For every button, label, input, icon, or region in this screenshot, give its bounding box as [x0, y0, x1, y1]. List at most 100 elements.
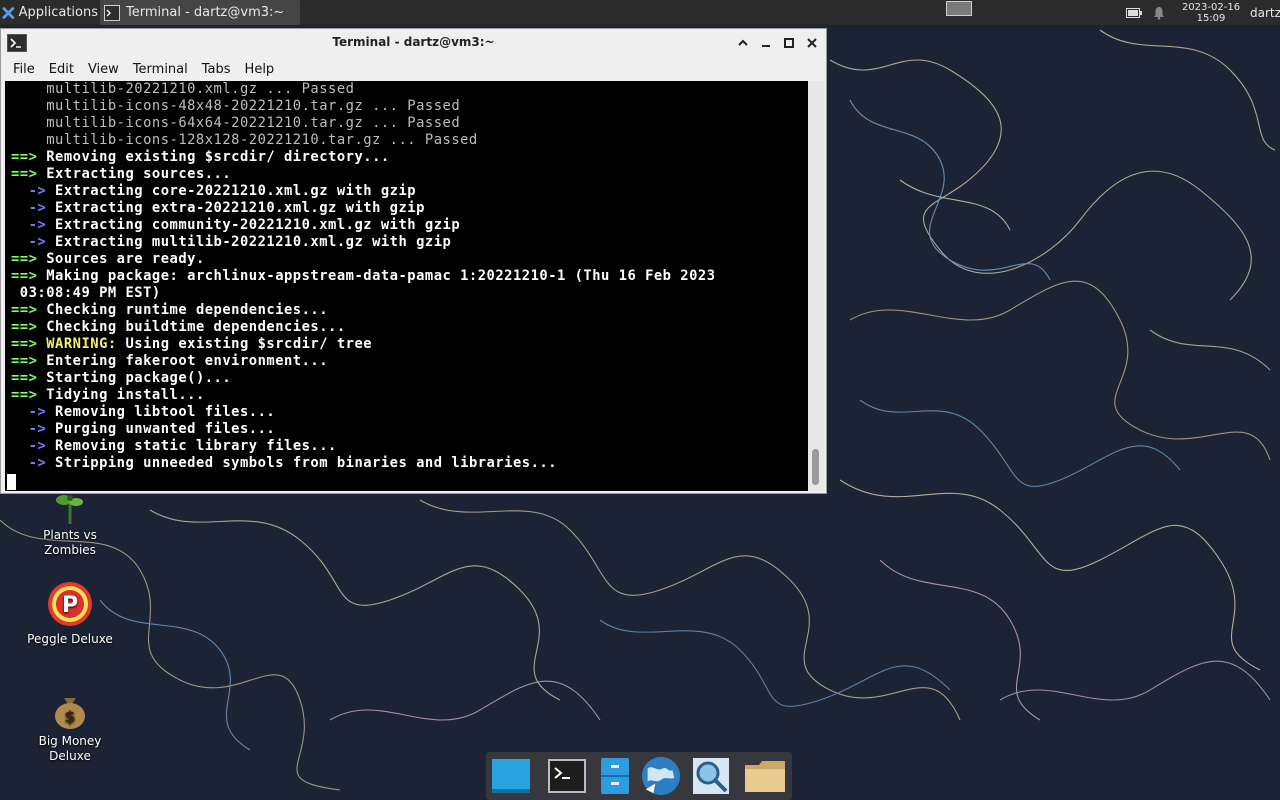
plants-vs-zombies-icon	[56, 495, 83, 524]
terminal-line: ==> Entering fakeroot environment...	[11, 353, 716, 370]
taskbar-terminal-button[interactable]: Terminal - dartz@vm3:~	[100, 0, 300, 25]
terminal-line-prefix: ==>	[11, 149, 38, 165]
dock-app-finder[interactable]	[690, 756, 732, 796]
terminal-line-prefix: ->	[11, 421, 47, 437]
terminal-line: ==> Checking buildtime dependencies...	[11, 319, 716, 336]
terminal-line-text: 03:08:49 PM EST)	[11, 285, 161, 301]
terminal-line-text: Entering fakeroot environment...	[37, 353, 329, 369]
applications-menu-button[interactable]: Applications	[2, 0, 98, 25]
terminal-line-prefix: ==>	[11, 387, 38, 403]
terminal-icon	[104, 4, 120, 21]
svg-text:P: P	[62, 593, 78, 618]
terminal-line: multilib-icons-48x48-20221210.tar.gz ...…	[11, 98, 716, 115]
show-desktop-icon	[492, 759, 530, 793]
battery-icon[interactable]	[1126, 0, 1142, 25]
terminal-line-text: Tidying install...	[37, 387, 205, 403]
terminal-line: ==> Making package: archlinux-appstream-…	[11, 268, 716, 285]
dock-show-desktop[interactable]	[490, 756, 532, 796]
terminal-line: ==> Checking runtime dependencies...	[11, 302, 716, 319]
top-panel: Applications Terminal - dartz@vm3:~ 2023…	[0, 0, 1280, 25]
terminal-line-text: Making package: archlinux-appstream-data…	[37, 268, 716, 284]
terminal-line-prefix: ->	[11, 234, 47, 250]
terminal-line: -> Extracting multilib-20221210.xml.gz w…	[11, 234, 716, 251]
notification-bell-icon[interactable]	[1152, 0, 1166, 25]
terminal-line-text: multilib-icons-48x48-20221210.tar.gz ...…	[11, 98, 461, 114]
keep-above-button[interactable]	[735, 35, 751, 51]
terminal-line-prefix: ==>	[11, 353, 38, 369]
minimize-button[interactable]	[758, 35, 774, 51]
peggle-icon: P	[48, 582, 92, 626]
terminal-line-text: Checking buildtime dependencies...	[37, 319, 346, 335]
terminal-line-prefix: ==>	[11, 370, 38, 386]
terminal-line-text: Stripping unneeded symbols from binaries…	[46, 455, 558, 471]
window-titlebar[interactable]: Terminal - dartz@vm3:~	[1, 29, 826, 57]
maximize-button[interactable]	[781, 35, 797, 51]
terminal-line-prefix: ==>	[11, 319, 38, 335]
menu-tabs[interactable]: Tabs	[202, 62, 231, 77]
menu-terminal[interactable]: Terminal	[133, 62, 188, 77]
terminal-line: -> Extracting extra-20221210.xml.gz with…	[11, 200, 716, 217]
terminal-line: ==> Removing existing $srcdir/ directory…	[11, 149, 716, 166]
desktop-icon-big-money-deluxe[interactable]: $ Big Money Deluxe	[15, 690, 125, 764]
terminal-warning-label: WARNING:	[37, 336, 117, 352]
maximize-icon	[784, 38, 794, 48]
close-icon	[807, 38, 817, 48]
dock-file-manager[interactable]	[594, 756, 636, 796]
terminal-window[interactable]: Terminal - dartz@vm3:~ File Edit View Te…	[0, 28, 827, 494]
clock-time: 15:09	[1196, 12, 1226, 24]
desktop-icon-label: Peggle Deluxe	[27, 632, 113, 646]
minimize-icon	[762, 45, 770, 47]
window-title: Terminal - dartz@vm3:~	[332, 35, 495, 49]
menu-help[interactable]: Help	[245, 62, 275, 77]
menu-edit[interactable]: Edit	[49, 62, 74, 77]
desktop-icon-label: Plants vs	[43, 528, 97, 542]
terminal-line: -> Extracting community-20221210.xml.gz …	[11, 217, 716, 234]
terminal-line-prefix: ==>	[11, 336, 38, 352]
workspace-switcher[interactable]	[946, 1, 972, 16]
xfce-logo-icon	[2, 6, 15, 19]
terminal-line: -> Stripping unneeded symbols from binar…	[11, 455, 716, 472]
terminal-output[interactable]: multilib-20221210.xml.gz ... Passed mult…	[5, 81, 808, 491]
clock[interactable]: 2023-02-16 15:09	[1176, 0, 1246, 25]
terminal-line: ==> Starting package()...	[11, 370, 716, 387]
terminal-line-text: multilib-20221210.xml.gz ... Passed	[11, 81, 355, 97]
terminal-scrollbar[interactable]	[808, 81, 824, 491]
desktop-icon-plants-vs-zombies[interactable]: Plants vs Zombies	[15, 492, 125, 558]
menu-view[interactable]: View	[88, 62, 119, 77]
terminal-line-text: Sources are ready.	[37, 251, 205, 267]
desktop-icon-label: Deluxe	[49, 749, 91, 763]
menu-file[interactable]: File	[13, 62, 35, 77]
taskbar-terminal-label: Terminal - dartz@vm3:~	[126, 5, 285, 20]
dock-terminal[interactable]	[546, 756, 588, 796]
terminal-line-text: Purging unwanted files...	[46, 421, 276, 437]
terminal-line-prefix: ->	[11, 217, 47, 233]
terminal-line: multilib-20221210.xml.gz ... Passed	[11, 81, 716, 98]
user-menu[interactable]: dartz	[1250, 0, 1280, 25]
terminal-line-text: Checking runtime dependencies...	[37, 302, 329, 318]
terminal-line-prefix: ->	[11, 200, 47, 216]
folder-icon	[745, 761, 785, 792]
dock-web-browser[interactable]	[640, 756, 682, 796]
terminal-line: -> Removing static library files...	[11, 438, 716, 455]
close-button[interactable]	[804, 35, 820, 51]
menu-bar: File Edit View Terminal Tabs Help	[1, 57, 826, 81]
desktop-icon-label: Zombies	[44, 543, 96, 557]
dock-folder[interactable]	[744, 756, 786, 796]
terminal-line: 03:08:49 PM EST)	[11, 285, 716, 302]
terminal-line: multilib-icons-64x64-20221210.tar.gz ...…	[11, 115, 716, 132]
terminal-line-text: Extracting multilib-20221210.xml.gz with…	[46, 234, 452, 250]
terminal-line: ==> Sources are ready.	[11, 251, 716, 268]
terminal-line-text: Removing existing $srcdir/ directory...	[37, 149, 390, 165]
svg-text:$: $	[64, 707, 75, 726]
app-finder-icon	[693, 758, 729, 794]
chevron-up-icon	[738, 39, 748, 46]
terminal-cursor	[7, 474, 16, 490]
terminal-line-prefix: ==>	[11, 302, 38, 318]
terminal-line-text: Extracting sources...	[37, 166, 232, 182]
terminal-line: -> Removing libtool files...	[11, 404, 716, 421]
terminal-line-prefix: ->	[11, 404, 47, 420]
scrollbar-thumb[interactable]	[812, 449, 819, 485]
desktop-icon-peggle-deluxe[interactable]: P Peggle Deluxe	[15, 580, 125, 647]
terminal-line: ==> Extracting sources...	[11, 166, 716, 183]
terminal-line-prefix: ==>	[11, 251, 38, 267]
